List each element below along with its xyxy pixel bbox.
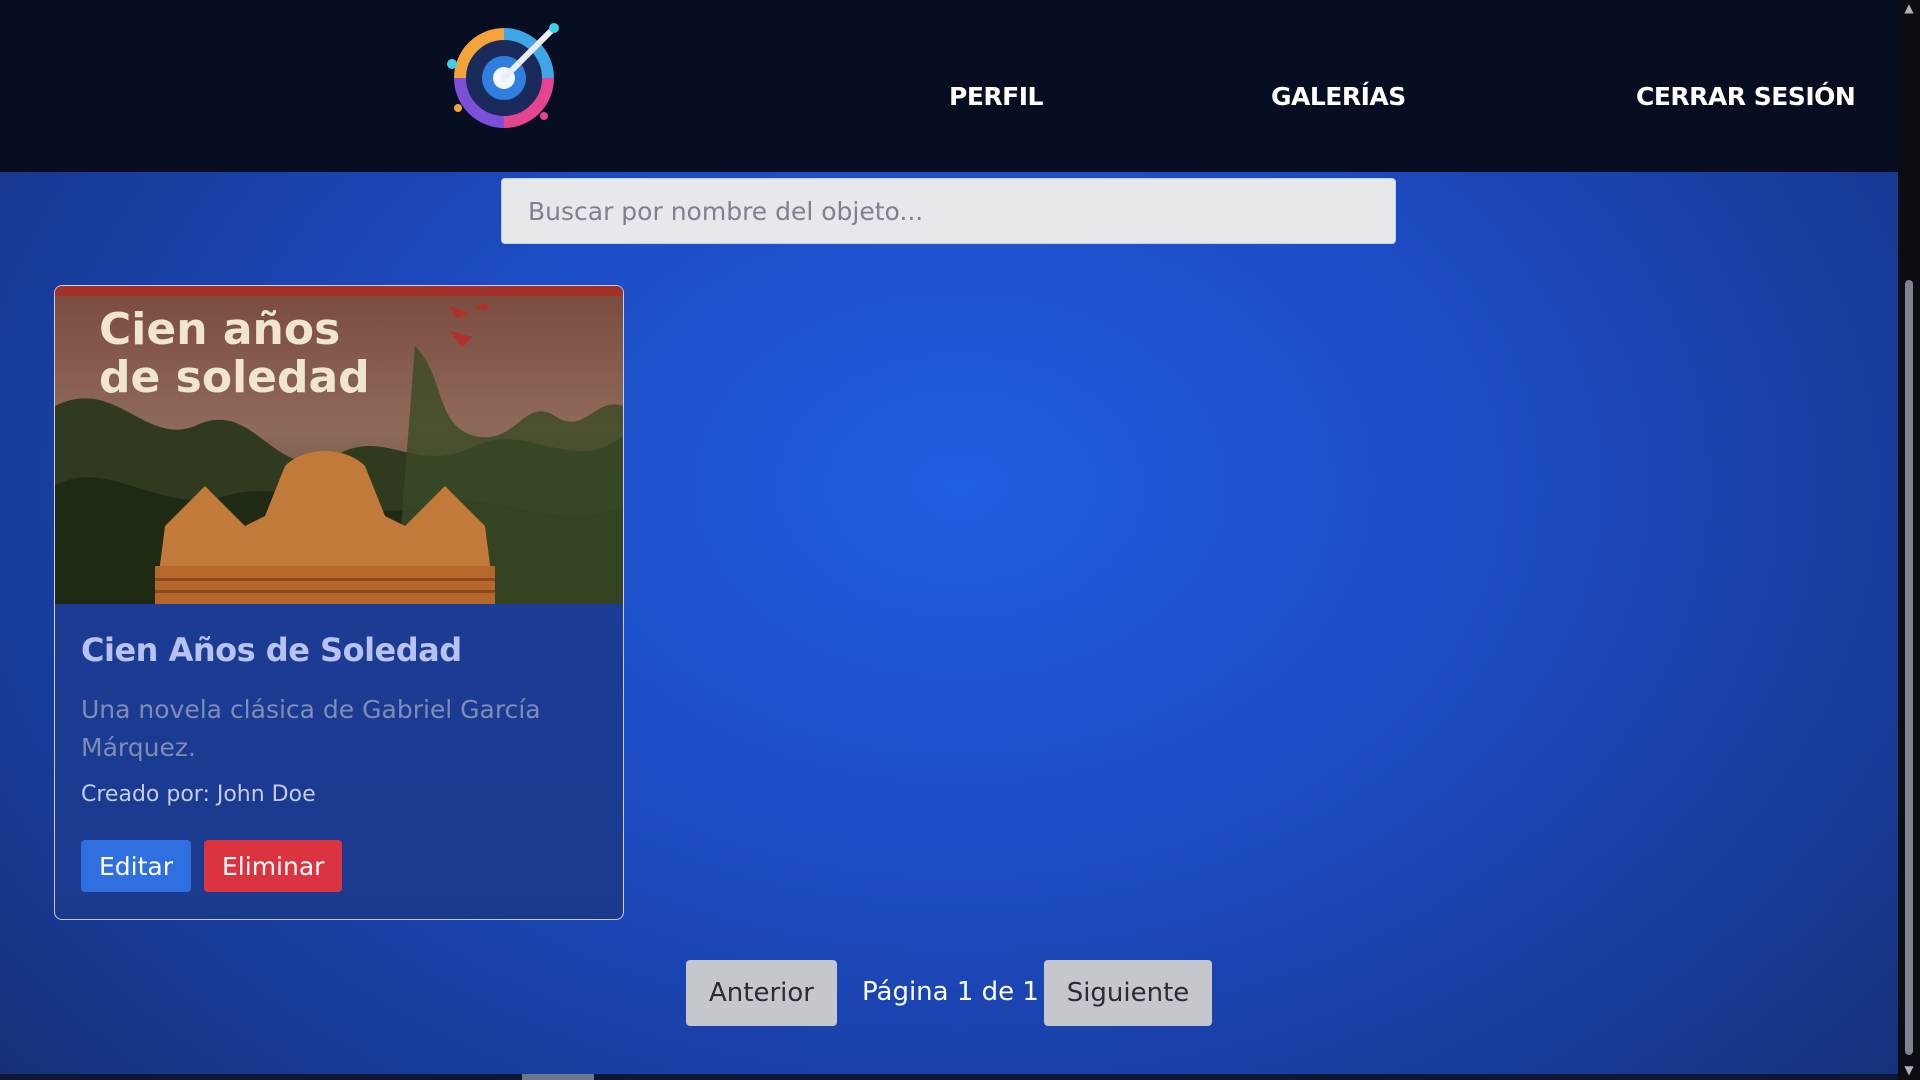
book-cover-image: Cien años de soledad — [55, 286, 623, 604]
page: PERFIL GALERÍAS CERRAR SESIÓN Buscar por… — [0, 0, 1898, 1080]
vertical-scrollbar[interactable]: ▲ ▼ — [1898, 0, 1920, 1080]
delete-button[interactable]: Eliminar — [204, 840, 342, 892]
item-card: Cien años de soledad Cien Años de Soleda… — [54, 285, 624, 920]
next-page-button[interactable]: Siguiente — [1044, 960, 1212, 1026]
nav-link-cerrar-sesion[interactable]: CERRAR SESIÓN — [1636, 82, 1856, 112]
cover-title-line1: Cien años — [99, 304, 340, 355]
scroll-down-icon[interactable]: ▼ — [1898, 1062, 1920, 1078]
previous-page-button[interactable]: Anterior — [686, 960, 837, 1026]
nav-link-galerias[interactable]: GALERÍAS — [1271, 82, 1406, 112]
horizontal-scroll-thumb[interactable] — [522, 1074, 594, 1080]
search-input[interactable] — [501, 178, 1396, 244]
item-description: Una novela clásica de Gabriel García Már… — [81, 695, 541, 762]
scroll-up-icon[interactable]: ▲ — [1898, 0, 1920, 16]
page-indicator: Página 1 de 1 — [862, 977, 1039, 1007]
cover-title-line2: de soledad — [99, 352, 370, 403]
item-title: Cien Años de Soledad — [81, 631, 462, 669]
palette-brush-icon[interactable] — [440, 16, 570, 134]
vertical-scroll-thumb[interactable] — [1905, 280, 1913, 1055]
item-creator: Creado por: John Doe — [81, 782, 316, 807]
navbar: PERFIL GALERÍAS CERRAR SESIÓN — [0, 0, 1898, 172]
nav-link-perfil[interactable]: PERFIL — [949, 82, 1043, 112]
horizontal-scrollbar[interactable] — [0, 1074, 1898, 1080]
edit-button[interactable]: Editar — [81, 840, 191, 892]
